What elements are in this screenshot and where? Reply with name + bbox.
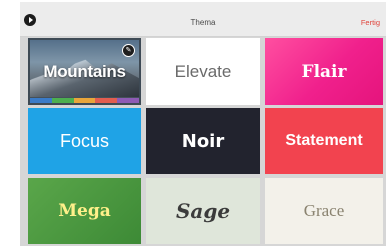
theme-tile-focus[interactable]: Focus [28,108,141,174]
theme-tile-flair[interactable]: Flair [265,38,383,105]
palette-swatch [95,98,118,103]
theme-picker-window: Thema Fertig ✎ Mountains Elevate Flair F… [20,2,386,246]
theme-label-statement: Statement [285,132,363,149]
theme-label-sage: Sage [175,199,231,223]
theme-tile-noir[interactable]: Noir [146,108,260,174]
palette-swatch [117,98,139,103]
theme-tile-mega[interactable]: Mega [28,178,141,244]
theme-label-mountains: Mountains [43,61,126,81]
color-palette-strip [30,98,139,103]
theme-label-grace: Grace [303,201,345,220]
theme-label-mega: Mega [58,201,111,221]
page-title: Thema [190,18,216,27]
theme-tile-grace[interactable]: Grace [265,178,383,244]
palette-swatch [73,98,96,103]
theme-tile-sage[interactable]: Sage [146,178,260,244]
theme-label-elevate: Elevate [174,61,232,81]
theme-label-noir: Noir [181,130,225,152]
theme-tile-statement[interactable]: Statement [265,108,383,174]
pencil-icon[interactable]: ✎ [122,44,135,57]
theme-tile-mountains[interactable]: ✎ Mountains [28,38,141,105]
palette-swatch [30,98,52,103]
palette-swatch [51,98,74,103]
top-bar: Thema Fertig [20,2,386,37]
theme-label-focus: Focus [59,130,110,151]
theme-tile-elevate[interactable]: Elevate [146,38,260,105]
theme-label-flair: Flair [301,61,347,82]
done-button[interactable]: Fertig [361,18,380,27]
theme-grid: ✎ Mountains Elevate Flair Focus Noir Sta… [28,38,386,246]
